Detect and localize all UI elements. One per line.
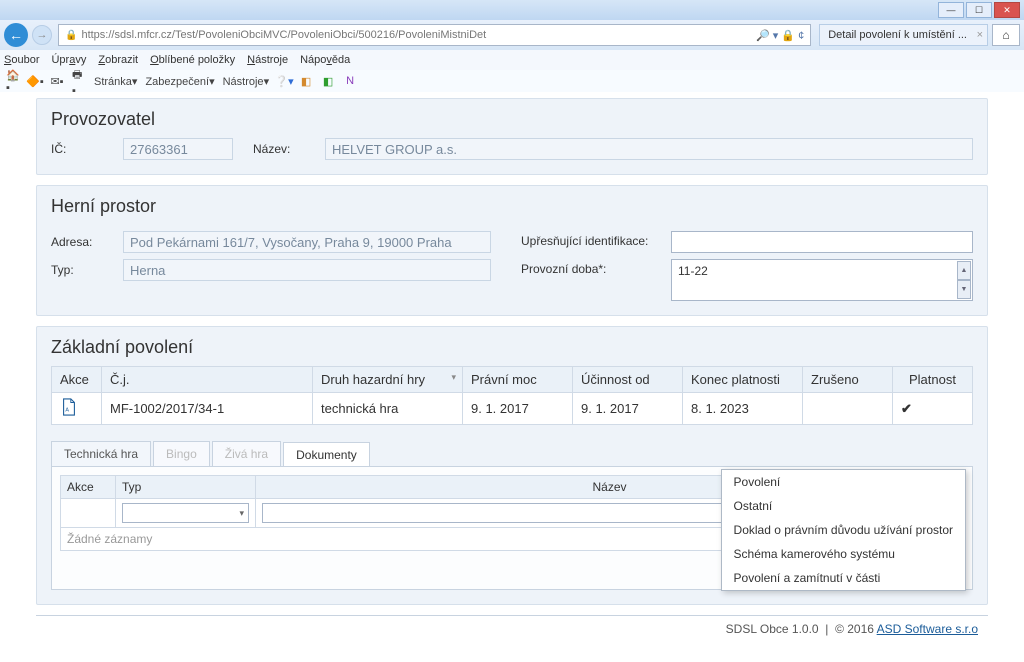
toolbar-tools[interactable]: Nástroje▾ xyxy=(223,75,270,88)
tab-bingo[interactable]: Bingo xyxy=(153,441,210,466)
typ-field: Herna xyxy=(123,259,491,281)
window-max-button[interactable]: ☐ xyxy=(966,2,992,18)
zakladni-table: Akce Č.j. Druh hazardní hry▾ Právní moc … xyxy=(51,366,973,425)
col-platnost[interactable]: Platnost xyxy=(893,367,973,393)
addon-icon-2[interactable]: ◧ xyxy=(321,74,335,88)
nav-forward-button[interactable]: → xyxy=(32,25,52,45)
tab-ziva-hra[interactable]: Živá hra xyxy=(212,441,281,466)
chevron-down-icon: ▾ xyxy=(239,508,244,519)
typ-label: Typ: xyxy=(51,263,123,277)
mail-icon[interactable]: ✉▪ xyxy=(50,74,64,88)
adresa-label: Adresa: xyxy=(51,235,123,249)
tab-body-dokumenty: Akce Typ Název ▾ Žádné záznamy Povolení … xyxy=(51,466,973,590)
ident-label: Upřesňující identifikace: xyxy=(521,231,671,248)
addon-icon-3[interactable]: N xyxy=(343,74,357,88)
url-text: https://sdsl.mfcr.cz/Test/PovoleniObciMV… xyxy=(81,29,486,41)
svg-text:A: A xyxy=(65,408,69,414)
doba-spinner[interactable]: ▲▼ xyxy=(957,261,971,299)
sub-col-akce[interactable]: Akce xyxy=(61,476,116,499)
browser-nav-bar: ← → 🔒 https://sdsl.mfcr.cz/Test/Povoleni… xyxy=(0,20,1024,50)
menu-file[interactable]: SSouboroubor xyxy=(4,54,39,66)
menu-fav[interactable]: Oblíbené položky xyxy=(150,54,235,66)
dropdown-item-doklad[interactable]: Doklad o právním důvodu užívání prostor xyxy=(722,518,965,542)
col-akce[interactable]: Akce xyxy=(52,367,102,393)
nazev-field: HELVET GROUP a.s. xyxy=(325,138,973,160)
cell-ucinnost: 9. 1. 2017 xyxy=(573,393,683,425)
cell-cj: MF-1002/2017/34-1 xyxy=(102,393,313,425)
tab-strip: Technická hra Bingo Živá hra Dokumenty xyxy=(51,441,973,466)
col-druh[interactable]: Druh hazardní hry▾ xyxy=(313,367,463,393)
nazev-label: Název: xyxy=(253,142,325,156)
toolbar-page[interactable]: Stránka▾ xyxy=(94,75,137,88)
address-bar[interactable]: 🔒 https://sdsl.mfcr.cz/Test/PovoleniObci… xyxy=(58,24,811,46)
col-moc[interactable]: Právní moc xyxy=(463,367,573,393)
addon-icon-1[interactable]: ◧ xyxy=(299,74,313,88)
menu-tools[interactable]: Nástroje xyxy=(247,54,288,66)
window-close-button[interactable]: ✕ xyxy=(994,2,1020,18)
sub-col-typ[interactable]: Typ xyxy=(116,476,256,499)
adresa-field: Pod Pekárnami 161/7, Vysočany, Praha 9, … xyxy=(123,231,491,253)
browser-menu-bar: SSouboroubor Úpravy Zobrazit Oblíbené po… xyxy=(0,50,1024,70)
tab-close-icon[interactable]: × xyxy=(977,29,983,41)
table-row[interactable]: A MF-1002/2017/34-1 technická hra 9. 1. … xyxy=(52,393,973,425)
feed-icon[interactable]: 🔶▪ xyxy=(28,74,42,88)
col-cj[interactable]: Č.j. xyxy=(102,367,313,393)
tab-technicka-hra[interactable]: Technická hra xyxy=(51,441,151,466)
col-ucinnost[interactable]: Účinnost od xyxy=(573,367,683,393)
pdf-icon[interactable]: A xyxy=(60,398,78,416)
ic-label: IČ: xyxy=(51,142,123,156)
col-konec[interactable]: Konec platnosti xyxy=(683,367,803,393)
zakladni-heading: Základní povolení xyxy=(51,337,973,358)
toolbar-security[interactable]: Zabezpečení▾ xyxy=(145,75,214,88)
ident-input[interactable] xyxy=(671,231,973,253)
typ-dropdown: Povolení Ostatní Doklad o právním důvodu… xyxy=(721,469,966,591)
doba-label: Provozní doba*: xyxy=(521,259,671,276)
cell-druh: technická hra xyxy=(313,393,463,425)
panel-herni-prostor: Herní prostor Adresa: Pod Pekárnami 161/… xyxy=(36,185,988,316)
footer-link[interactable]: ASD Software s.r.o xyxy=(877,622,978,636)
panel-zakladni-povoleni: Základní povolení Akce Č.j. Druh hazardn… xyxy=(36,326,988,605)
search-icon[interactable]: 🔎 ▾ 🔒 ¢ xyxy=(756,29,804,42)
browser-tab[interactable]: Detail povolení k umístění ... × xyxy=(819,24,988,46)
tab-dokumenty[interactable]: Dokumenty xyxy=(283,442,370,467)
cell-moc: 9. 1. 2017 xyxy=(463,393,573,425)
dropdown-item-zamitnuti[interactable]: Povolení a zamítnutí v části xyxy=(722,566,965,590)
app-version: SDSL Obce 1.0.0 xyxy=(726,622,819,636)
cell-konec: 8. 1. 2023 xyxy=(683,393,803,425)
doba-input[interactable]: 11-22 ▲▼ xyxy=(671,259,973,301)
help-icon[interactable]: ❔▾ xyxy=(277,74,291,88)
window-min-button[interactable]: — xyxy=(938,2,964,18)
provozovatel-heading: Provozovatel xyxy=(51,109,973,130)
dropdown-item-schema[interactable]: Schéma kamerového systému xyxy=(722,542,965,566)
window-titlebar: — ☐ ✕ xyxy=(0,0,1024,20)
home-icon[interactable]: 🏠▪ xyxy=(6,74,20,88)
lock-icon: 🔒 xyxy=(65,30,77,41)
menu-edit[interactable]: Úpravy xyxy=(51,54,86,66)
nav-back-button[interactable]: ← xyxy=(4,23,28,47)
cell-zruseno xyxy=(803,393,893,425)
menu-help[interactable]: Nápověda xyxy=(300,54,350,66)
col-zruseno[interactable]: Zrušeno xyxy=(803,367,893,393)
browser-toolbar: 🏠▪ 🔶▪ ✉▪ 🖶▪ Stránka▾ Zabezpečení▾ Nástro… xyxy=(0,70,1024,92)
ic-field: 27663361 xyxy=(123,138,233,160)
browser-home-button[interactable]: ⌂ xyxy=(992,24,1020,46)
dropdown-item-ostatni[interactable]: Ostatní xyxy=(722,494,965,518)
herni-heading: Herní prostor xyxy=(51,196,973,217)
tab-title: Detail povolení k umístění ... xyxy=(828,29,967,41)
footer: SDSL Obce 1.0.0 | © 2016 ASD Software s.… xyxy=(36,615,988,638)
sort-icon: ▾ xyxy=(451,372,456,383)
menu-view[interactable]: Zobrazit xyxy=(98,54,138,66)
cell-platnost-check: ✔ xyxy=(893,393,973,425)
print-icon[interactable]: 🖶▪ xyxy=(72,74,86,88)
typ-filter-combo[interactable]: ▾ xyxy=(122,503,249,523)
dropdown-item-povoleni[interactable]: Povolení xyxy=(722,470,965,494)
panel-provozovatel: Provozovatel IČ: 27663361 Název: HELVET … xyxy=(36,98,988,175)
